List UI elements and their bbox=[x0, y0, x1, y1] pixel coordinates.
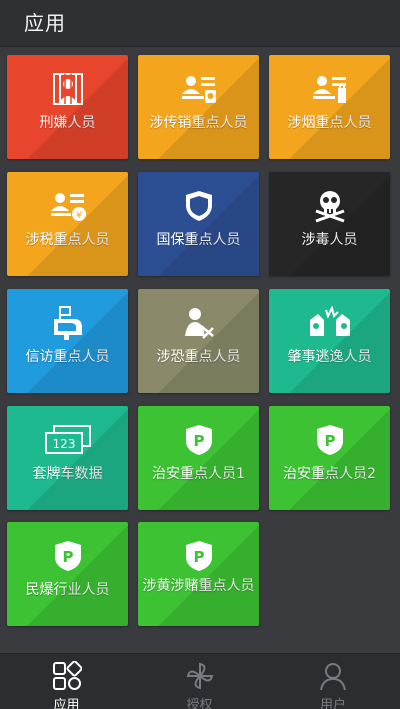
user-icon bbox=[266, 660, 400, 692]
nav-label: 用户 bbox=[319, 698, 346, 709]
apps-grid-icon bbox=[0, 660, 133, 692]
tile-cloned-plates[interactable]: 123 套牌车数据 bbox=[7, 406, 128, 510]
tile-public-security-1[interactable]: P 治安重点人员1 bbox=[138, 406, 259, 510]
tile-label: 治安重点人员2 bbox=[283, 466, 376, 482]
id-card-cigarette-icon bbox=[269, 69, 390, 109]
nav-tab-user[interactable]: 用户 bbox=[266, 654, 400, 709]
tile-tax[interactable]: ¥ 涉税重点人员 bbox=[7, 172, 128, 276]
tile-label: 涉黄涉赌重点人员 bbox=[142, 578, 255, 594]
tile-label: 涉恐重点人员 bbox=[156, 349, 241, 365]
skull-crossbones-icon bbox=[269, 186, 390, 226]
terror-person-icon bbox=[138, 303, 259, 343]
tile-public-security-2[interactable]: P 治安重点人员2 bbox=[269, 406, 390, 510]
tile-national-security[interactable]: 国保重点人员 bbox=[138, 172, 259, 276]
tile-label: 涉传销重点人员 bbox=[149, 115, 248, 131]
tile-label: 肇事逃逸人员 bbox=[287, 349, 372, 365]
police-badge-icon: P bbox=[138, 536, 259, 576]
car-crash-icon bbox=[269, 303, 390, 343]
prison-person-icon bbox=[7, 69, 128, 109]
tile-label: 涉税重点人员 bbox=[25, 232, 110, 248]
nav-tab-authorization[interactable]: 授权 bbox=[133, 654, 266, 709]
id-card-money-icon: ¥ bbox=[7, 186, 128, 226]
mailbox-icon bbox=[7, 303, 128, 343]
tile-label: 套牌车数据 bbox=[32, 466, 103, 482]
tile-label: 涉毒人员 bbox=[301, 232, 358, 248]
svg-text:P: P bbox=[324, 432, 335, 450]
nav-tab-apps[interactable]: 应用 bbox=[0, 654, 133, 709]
svg-text:P: P bbox=[62, 548, 73, 566]
tile-pyramid-scheme[interactable]: 涉传销重点人员 bbox=[138, 55, 259, 159]
nav-label: 应用 bbox=[53, 698, 80, 709]
tile-label: 治安重点人员1 bbox=[152, 466, 245, 482]
app-screen: 应用 刑嫌人员 涉传销重点人员 涉烟重点人员 ¥ 涉税重点人员 国保重点人员 涉… bbox=[0, 0, 400, 709]
tile-hit-and-run[interactable]: 肇事逃逸人员 bbox=[269, 289, 390, 393]
license-plate-icon: 123 bbox=[7, 420, 128, 460]
shield-icon bbox=[138, 186, 259, 226]
tile-label: 刑嫌人员 bbox=[39, 115, 96, 131]
tile-petition[interactable]: 信访重点人员 bbox=[7, 289, 128, 393]
nav-label: 授权 bbox=[186, 698, 213, 709]
svg-text:¥: ¥ bbox=[76, 211, 82, 221]
police-badge-icon: P bbox=[7, 536, 128, 576]
police-badge-icon: P bbox=[269, 420, 390, 460]
tile-tobacco[interactable]: 涉烟重点人员 bbox=[269, 55, 390, 159]
pinwheel-icon bbox=[133, 660, 266, 692]
tile-drugs[interactable]: 涉毒人员 bbox=[269, 172, 390, 276]
tile-criminal-suspects[interactable]: 刑嫌人员 bbox=[7, 55, 128, 159]
tile-label: 民爆行业人员 bbox=[25, 582, 110, 598]
tile-explosives-industry[interactable]: P 民爆行业人员 bbox=[7, 522, 128, 626]
svg-text:123: 123 bbox=[52, 437, 75, 451]
id-card-person-icon bbox=[138, 69, 259, 109]
top-bar: 应用 bbox=[0, 0, 400, 47]
svg-text:P: P bbox=[193, 548, 204, 566]
police-badge-icon: P bbox=[138, 420, 259, 460]
tile-label: 信访重点人员 bbox=[25, 349, 110, 365]
svg-text:P: P bbox=[193, 432, 204, 450]
tile-label: 国保重点人员 bbox=[156, 232, 241, 248]
page-title: 应用 bbox=[24, 11, 66, 35]
bottom-nav: 应用 授权 用户 bbox=[0, 653, 400, 709]
tile-terrorism[interactable]: 涉恐重点人员 bbox=[138, 289, 259, 393]
tile-label: 涉烟重点人员 bbox=[287, 115, 372, 131]
tile-porn-gambling[interactable]: P 涉黄涉赌重点人员 bbox=[138, 522, 259, 626]
